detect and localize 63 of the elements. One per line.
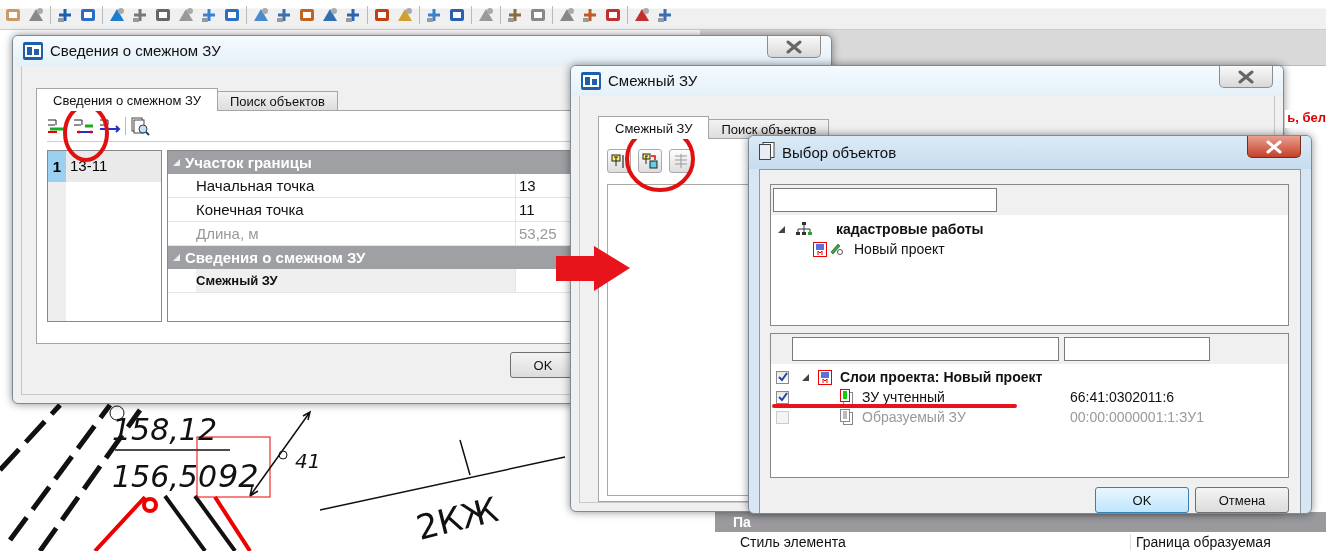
point-marker bbox=[142, 497, 158, 513]
tab[interactable]: Смежный ЗУ bbox=[598, 116, 710, 139]
point-marker bbox=[278, 450, 288, 460]
cadastral-number: 66:41:0302011:6 bbox=[1070, 389, 1175, 405]
toolbar-tool-icon[interactable] bbox=[252, 5, 270, 24]
filter-field[interactable] bbox=[1064, 337, 1210, 361]
layer-icon bbox=[840, 389, 854, 405]
project-icon bbox=[818, 369, 832, 385]
project-icon bbox=[813, 241, 827, 257]
table-icon[interactable] bbox=[669, 149, 693, 173]
toolbar-tool-icon[interactable] bbox=[108, 5, 126, 24]
app-logo-icon bbox=[23, 42, 43, 60]
property-label: Длина, м bbox=[196, 224, 260, 244]
document-search-icon[interactable] bbox=[130, 116, 150, 136]
cadastral-number: 00:00:0000001:1:ЗУ1 bbox=[1070, 409, 1204, 425]
ok-button[interactable]: OK bbox=[1095, 487, 1189, 513]
section-header: Па bbox=[715, 512, 1326, 532]
filter-field[interactable] bbox=[773, 188, 997, 212]
close-icon bbox=[784, 39, 804, 54]
map-label: 158,12 bbox=[112, 412, 217, 447]
expand-triangle-icon[interactable] bbox=[801, 372, 810, 382]
toolbar-tool-icon[interactable] bbox=[558, 5, 576, 24]
layer-item: Образуемый ЗУ bbox=[862, 409, 967, 425]
property-label: Смежный ЗУ bbox=[196, 269, 515, 292]
layer-icon bbox=[840, 409, 854, 425]
property-label: Стиль элемента bbox=[739, 533, 847, 550]
segment-list-item[interactable]: 1 13-11 bbox=[48, 151, 161, 182]
toolbar-tool-icon[interactable] bbox=[27, 5, 45, 24]
toolbar-tool-icon[interactable] bbox=[321, 5, 339, 24]
layer-item[interactable]: Слои проекта: Новый проект bbox=[840, 369, 1043, 385]
close-button[interactable] bbox=[1247, 136, 1301, 158]
filter-field[interactable] bbox=[792, 337, 1059, 361]
map-label: 156,50 bbox=[112, 459, 217, 494]
close-icon bbox=[1264, 139, 1284, 154]
close-icon bbox=[1236, 69, 1256, 84]
pencil-search-icon bbox=[830, 242, 844, 256]
close-button[interactable] bbox=[1219, 66, 1273, 88]
property-value: Граница образуемая bbox=[1130, 533, 1271, 550]
toolbar-tool-icon[interactable] bbox=[633, 5, 651, 24]
split-line-icon[interactable] bbox=[73, 117, 95, 135]
tab[interactable]: Сведения о смежном ЗУ bbox=[36, 88, 218, 111]
property-label: Начальная точка bbox=[196, 176, 316, 196]
close-button[interactable] bbox=[767, 36, 821, 58]
cancel-button[interactable]: Отмена bbox=[1195, 487, 1289, 513]
window-title: Смежный ЗУ bbox=[608, 72, 698, 89]
hierarchy-icon bbox=[796, 222, 812, 236]
map-label: 2КЖ bbox=[412, 489, 502, 548]
map-label: 92 bbox=[218, 457, 259, 495]
checkbox[interactable] bbox=[776, 370, 789, 384]
toolbar-tool-icon[interactable] bbox=[477, 5, 495, 24]
expand-triangle-icon[interactable] bbox=[777, 224, 786, 234]
toolbar-tool-icon[interactable] bbox=[177, 5, 195, 24]
checkbox[interactable] bbox=[776, 390, 789, 404]
window-icon bbox=[759, 142, 775, 160]
split-line-icon[interactable] bbox=[99, 117, 121, 135]
tree-item[interactable]: Новый проект bbox=[854, 241, 945, 257]
tab[interactable]: Поиск объектов bbox=[217, 91, 338, 111]
property-label: Конечная точка bbox=[196, 200, 305, 220]
layer-item[interactable]: ЗУ учтенный bbox=[862, 389, 1070, 405]
app-logo-icon bbox=[581, 72, 601, 90]
tree-item[interactable]: кадастровые работы bbox=[836, 221, 984, 237]
window-title: Сведения о смежном ЗУ bbox=[50, 42, 221, 59]
map-label: 41 bbox=[295, 449, 321, 473]
